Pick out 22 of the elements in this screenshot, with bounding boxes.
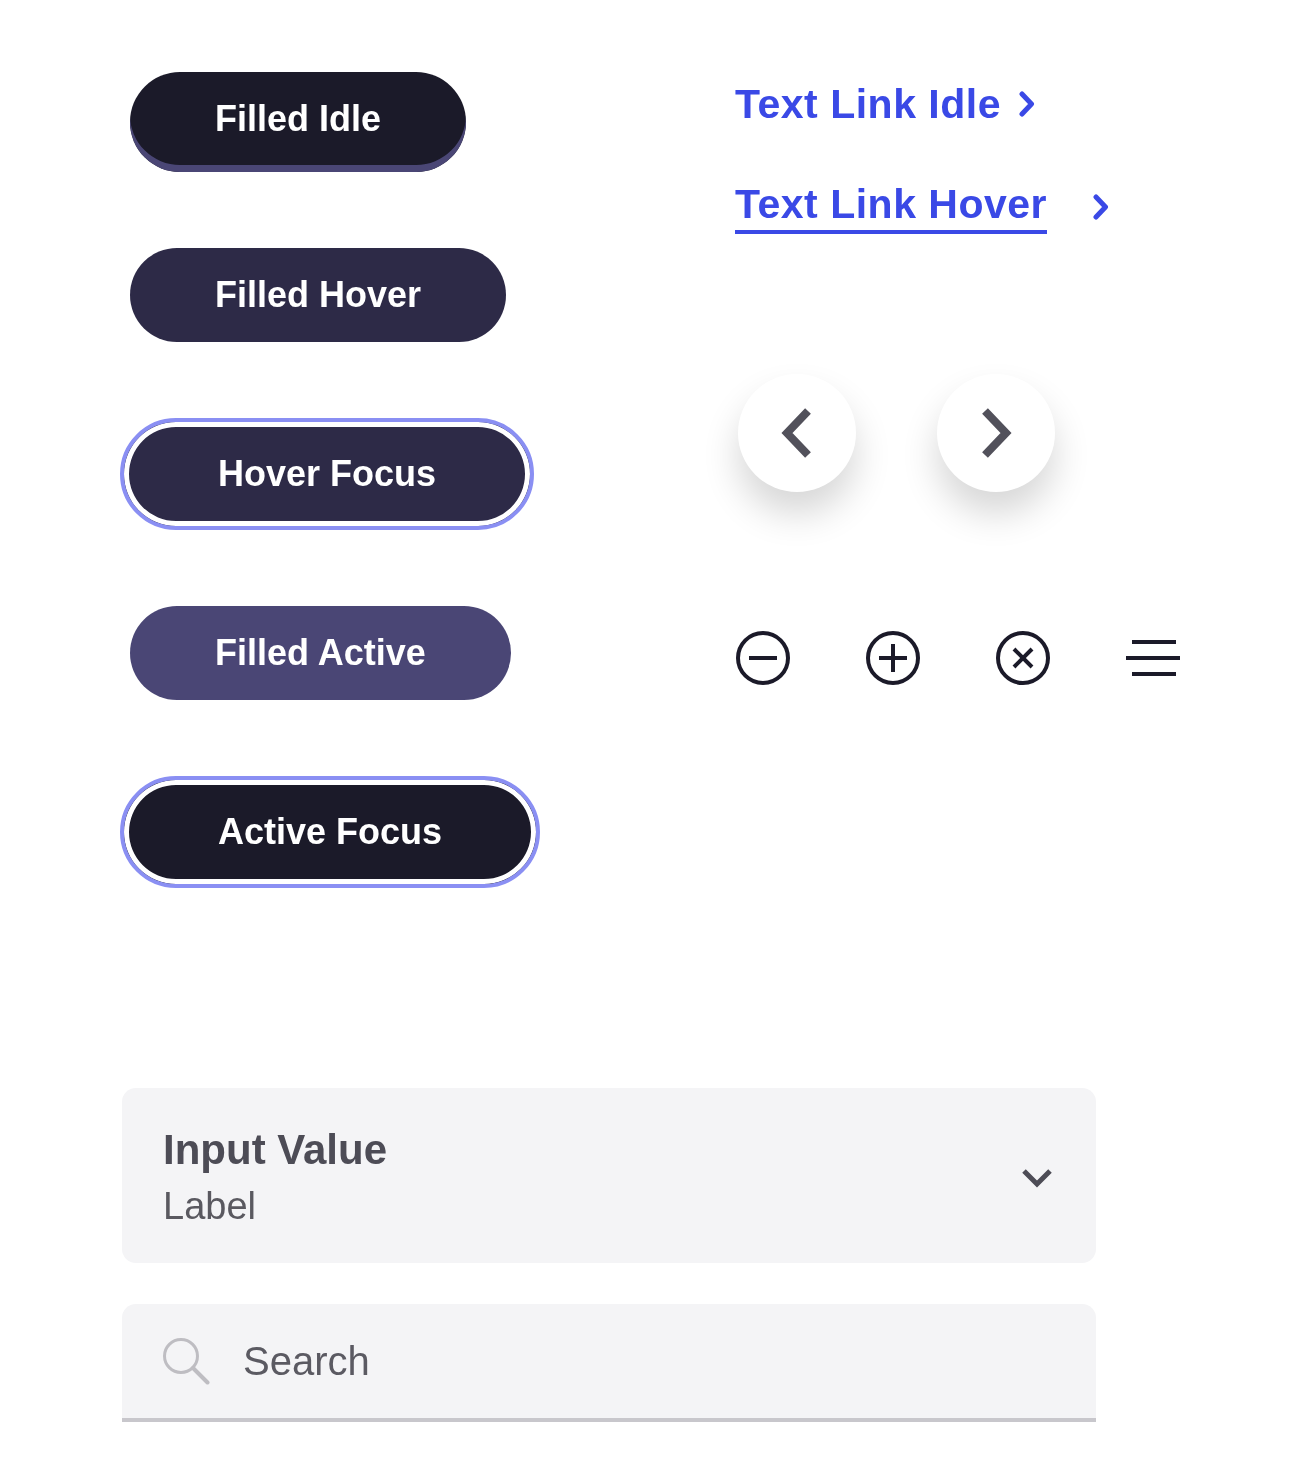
menu-icon[interactable] bbox=[1126, 640, 1180, 676]
select-label: Label bbox=[163, 1184, 256, 1229]
filled-button[interactable]: Filled Idle bbox=[130, 72, 467, 172]
text-link[interactable]: Text Link Hover bbox=[735, 180, 1048, 234]
search-field[interactable]: Search bbox=[122, 1304, 1096, 1422]
filled-button[interactable]: Filled Active bbox=[130, 606, 511, 700]
select-value: Input Value bbox=[163, 1126, 388, 1174]
filled-button[interactable]: Hover Focus bbox=[120, 418, 535, 530]
filled-button[interactable]: Filled Hover bbox=[130, 248, 507, 342]
chevron-left-icon bbox=[781, 407, 813, 459]
chevron-right-icon bbox=[1093, 194, 1110, 220]
search-icon bbox=[162, 1337, 210, 1385]
chevron-right-icon bbox=[980, 407, 1012, 459]
filled-button[interactable]: Active Focus bbox=[120, 776, 541, 888]
chevron-down-icon bbox=[1021, 1167, 1053, 1188]
select-field[interactable]: Input Value Label bbox=[122, 1088, 1096, 1263]
search-input[interactable]: Search bbox=[243, 1304, 1056, 1418]
chevron-right-icon bbox=[1018, 91, 1035, 117]
minus-circle-icon[interactable] bbox=[736, 631, 790, 685]
plus-circle-icon[interactable] bbox=[866, 631, 920, 685]
close-circle-icon[interactable] bbox=[996, 631, 1050, 685]
text-link[interactable]: Text Link Idle bbox=[735, 80, 1001, 128]
